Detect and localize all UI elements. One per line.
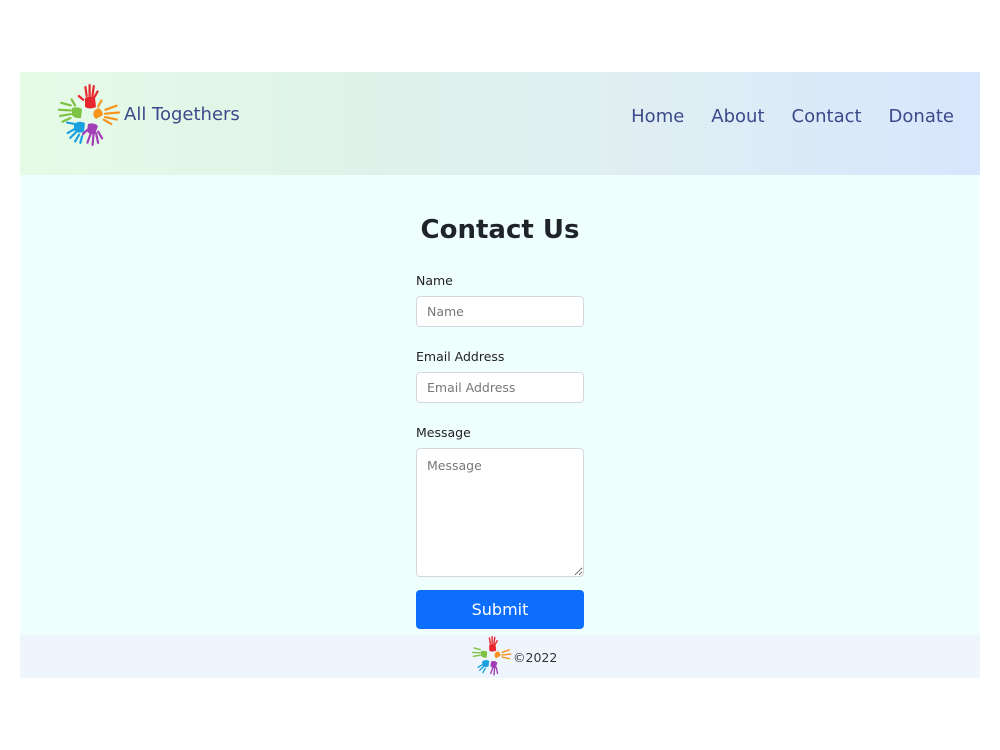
site-footer: ©2022 <box>20 635 980 678</box>
email-label: Email Address <box>416 349 505 364</box>
brand-name: All Togethers <box>124 103 240 125</box>
nav-item-home[interactable]: Home <box>631 106 684 127</box>
nav-item-contact[interactable]: Contact <box>792 106 862 127</box>
copyright-text: ©2022 <box>513 649 558 665</box>
nav-item-donate[interactable]: Donate <box>889 106 954 127</box>
message-label: Message <box>416 425 471 440</box>
name-label: Name <box>416 273 453 288</box>
colorful-hands-logo-icon <box>472 636 512 676</box>
page: All Togethers Home About Contact Donate … <box>20 72 980 678</box>
email-input[interactable] <box>416 372 584 403</box>
main-nav: Home About Contact Donate <box>631 106 954 127</box>
name-input[interactable] <box>416 296 584 327</box>
page-title: Contact Us <box>420 215 580 245</box>
submit-button[interactable]: Submit <box>416 590 584 629</box>
message-textarea[interactable] <box>416 448 584 577</box>
site-header: All Togethers Home About Contact Donate <box>20 72 980 175</box>
brand[interactable]: All Togethers <box>58 84 240 150</box>
contact-form: Name Email Address Message Submit <box>416 273 584 629</box>
nav-item-about[interactable]: About <box>711 106 764 127</box>
footer-content: ©2022 <box>472 636 557 678</box>
colorful-hands-logo-icon <box>58 84 120 146</box>
main-content: Contact Us Name Email Address Message Su… <box>20 175 980 635</box>
